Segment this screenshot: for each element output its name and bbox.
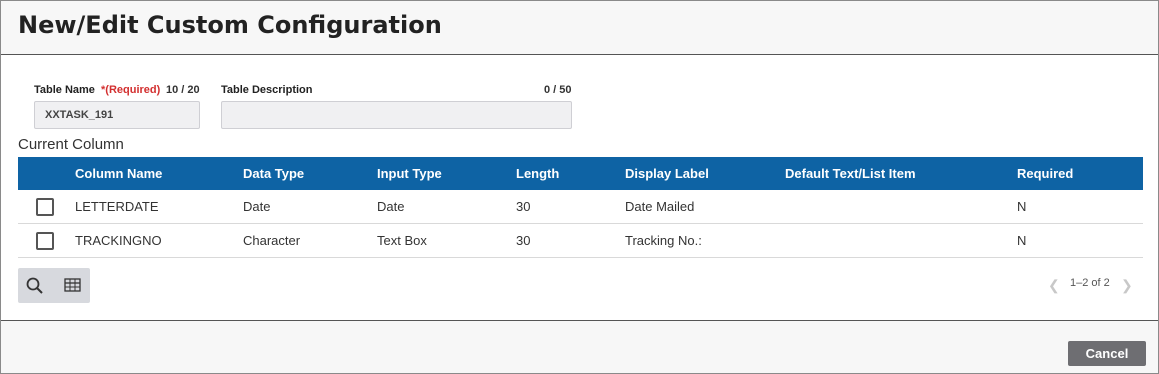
dialog-footer [1,321,1158,373]
row-checkbox[interactable] [36,232,54,250]
table-header-row: Column Name Data Type Input Type Length … [18,157,1143,190]
column-header-column-name[interactable]: Column Name [75,157,162,190]
column-header-default-text[interactable]: Default Text/List Item [785,157,916,190]
cell-column-name: LETTERDATE [75,199,159,214]
cell-display-label: Date Mailed [625,199,695,214]
column-header-display-label[interactable]: Display Label [625,157,709,190]
cell-length: 30 [516,233,531,248]
cancel-button[interactable]: Cancel [1068,341,1146,366]
cell-required: N [1017,233,1027,248]
current-column-table: Column Name Data Type Input Type Length … [18,157,1143,258]
table-name-input[interactable]: XXTASK_191 [34,101,200,129]
cell-input-type: Date [377,199,405,214]
cell-required: N [1017,199,1027,214]
cell-column-name: TRACKINGNO [75,233,162,248]
chevron-right-icon[interactable]: ❯ [1121,277,1133,294]
chevron-left-icon[interactable]: ❮ [1048,277,1060,294]
table-row[interactable]: LETTERDATE Date Date 30 Date Mailed N [18,190,1143,224]
table-name-counter: 10 / 20 [166,84,200,96]
table-description-counter: 0 / 50 [544,84,572,96]
pager-range: 1–2 of 2 [1070,277,1110,289]
custom-configuration-dialog: New/Edit Custom Configuration Table Name… [0,0,1159,374]
search-button[interactable] [18,268,54,303]
table-columns-icon [64,278,81,292]
dialog-title: New/Edit Custom Configuration [18,11,442,39]
column-header-data-type[interactable]: Data Type [243,157,304,190]
column-header-length[interactable]: Length [516,157,559,190]
table-toolbar [18,268,90,303]
dialog-header: New/Edit Custom Configuration [1,1,1158,55]
cell-data-type: Date [243,199,271,214]
column-header-input-type[interactable]: Input Type [377,157,442,190]
columns-button[interactable] [54,268,90,303]
search-icon [26,277,43,294]
cell-data-type: Character [243,233,301,248]
cell-display-label: Tracking No.: [625,233,702,248]
table-description-input[interactable] [221,101,572,129]
required-indicator: (Required) [105,84,161,96]
cell-length: 30 [516,199,531,214]
table-name-label: Table Name *(Required) [34,84,160,96]
row-checkbox[interactable] [36,198,54,216]
cell-input-type: Text Box [377,233,427,248]
table-name-label-text: Table Name [34,84,95,96]
table-description-label: Table Description [221,84,313,96]
table-row[interactable]: TRACKINGNO Character Text Box 30 Trackin… [18,224,1143,258]
current-column-heading: Current Column [18,136,124,153]
column-header-required[interactable]: Required [1017,157,1073,190]
